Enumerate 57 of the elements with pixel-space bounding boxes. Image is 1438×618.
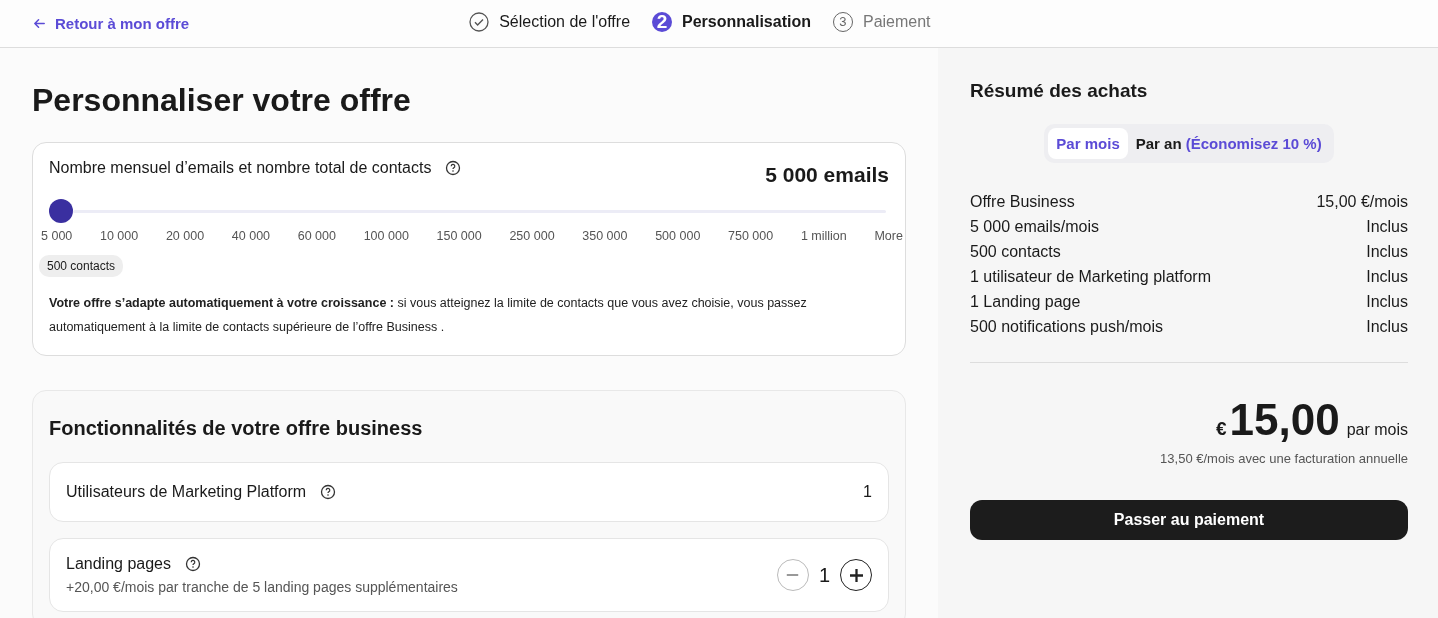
page-title: Personnaliser votre offre xyxy=(32,82,412,119)
tick-label: 100 000 xyxy=(363,229,409,243)
quantity-value: 1 xyxy=(818,563,830,587)
summary-item: 500 notifications push/mois xyxy=(970,318,1163,336)
tick-label: 5 000 xyxy=(41,229,73,243)
contacts-badge: 500 contacts xyxy=(39,255,124,277)
tick-label: 150 000 xyxy=(436,229,482,243)
summary-value: Inclus xyxy=(1366,268,1408,286)
tick-label: 350 000 xyxy=(582,229,628,243)
step-label: Sélection de l'offre xyxy=(499,12,631,31)
billing-option[interactable]: Par mois xyxy=(1048,128,1128,159)
feature-label: Landing pages xyxy=(66,555,171,573)
slider-thumb[interactable] xyxy=(49,199,73,223)
tick-label: 250 000 xyxy=(509,229,555,243)
back-link[interactable]: Retour à mon offre xyxy=(32,15,190,32)
summary-value: Inclus xyxy=(1366,243,1408,261)
period-label: par mois xyxy=(1346,421,1408,439)
billing-option[interactable]: Par an (Économisez 10 %) xyxy=(1127,128,1330,159)
feature-label: Utilisateurs de Marketing Platform xyxy=(66,483,307,501)
tick-label: 60 000 xyxy=(297,229,336,243)
annual-note: 13,50 €/mois avec une facturation annuelle xyxy=(1159,451,1408,466)
summary-value: Inclus xyxy=(1366,218,1408,236)
minus-icon xyxy=(786,574,800,576)
tick-label: 40 000 xyxy=(231,229,271,243)
help-icon[interactable] xyxy=(320,484,337,500)
plus-icon xyxy=(849,568,863,582)
summary-value: 15,00 €/mois xyxy=(1316,193,1408,211)
features-title: Fonctionnalités de votre offre business xyxy=(49,417,424,440)
tick-label: 750 000 xyxy=(728,229,774,243)
summary-item: 1 Landing page xyxy=(970,293,1081,311)
total-amount: 15,00 xyxy=(1229,395,1340,445)
feature-value: 1 xyxy=(863,483,872,501)
help-icon[interactable] xyxy=(185,556,201,572)
summary-item: 5 000 emails/mois xyxy=(970,218,1099,236)
summary-value: Inclus xyxy=(1366,293,1408,311)
currency-symbol: € xyxy=(1215,418,1227,440)
tick-label: 1 million xyxy=(800,229,847,243)
step-label: Paiement xyxy=(862,12,931,31)
tick-label: 500 000 xyxy=(655,229,701,243)
summary-item: Offre Business xyxy=(970,193,1075,211)
feature-description: +20,00 €/mois par tranche de 5 landing pages supplémentaires xyxy=(66,579,458,595)
growth-note: Votre offre s’adapte automatiquement à votre croissance : si vous atteignez la limite de contacts que vous avez choisie, vous passez automatiquement à la limite de contacts supérieure de l’offre Business . xyxy=(49,295,808,336)
tick-label: More xyxy=(874,229,903,243)
tick-label: 10 000 xyxy=(99,229,139,243)
pay-button[interactable]: Passer au paiement xyxy=(970,500,1408,540)
step-label: Personnalisation xyxy=(682,12,811,31)
plus-button[interactable] xyxy=(840,559,872,591)
summary-item: 500 contacts xyxy=(970,243,1061,261)
summary-title: Résumé des achats xyxy=(970,80,1149,102)
arrow-left-icon xyxy=(32,16,47,31)
volume-label: Nombre mensuel d’emails et nombre total de contacts xyxy=(49,159,432,177)
step-number: 2 xyxy=(652,11,673,32)
tick-label: 20 000 xyxy=(165,229,205,243)
volume-value: 5 000 emails xyxy=(765,163,889,187)
summary-value: Inclus xyxy=(1366,318,1408,336)
help-icon[interactable] xyxy=(445,160,462,176)
summary-item: 1 utilisateur de Marketing platform xyxy=(970,268,1211,286)
